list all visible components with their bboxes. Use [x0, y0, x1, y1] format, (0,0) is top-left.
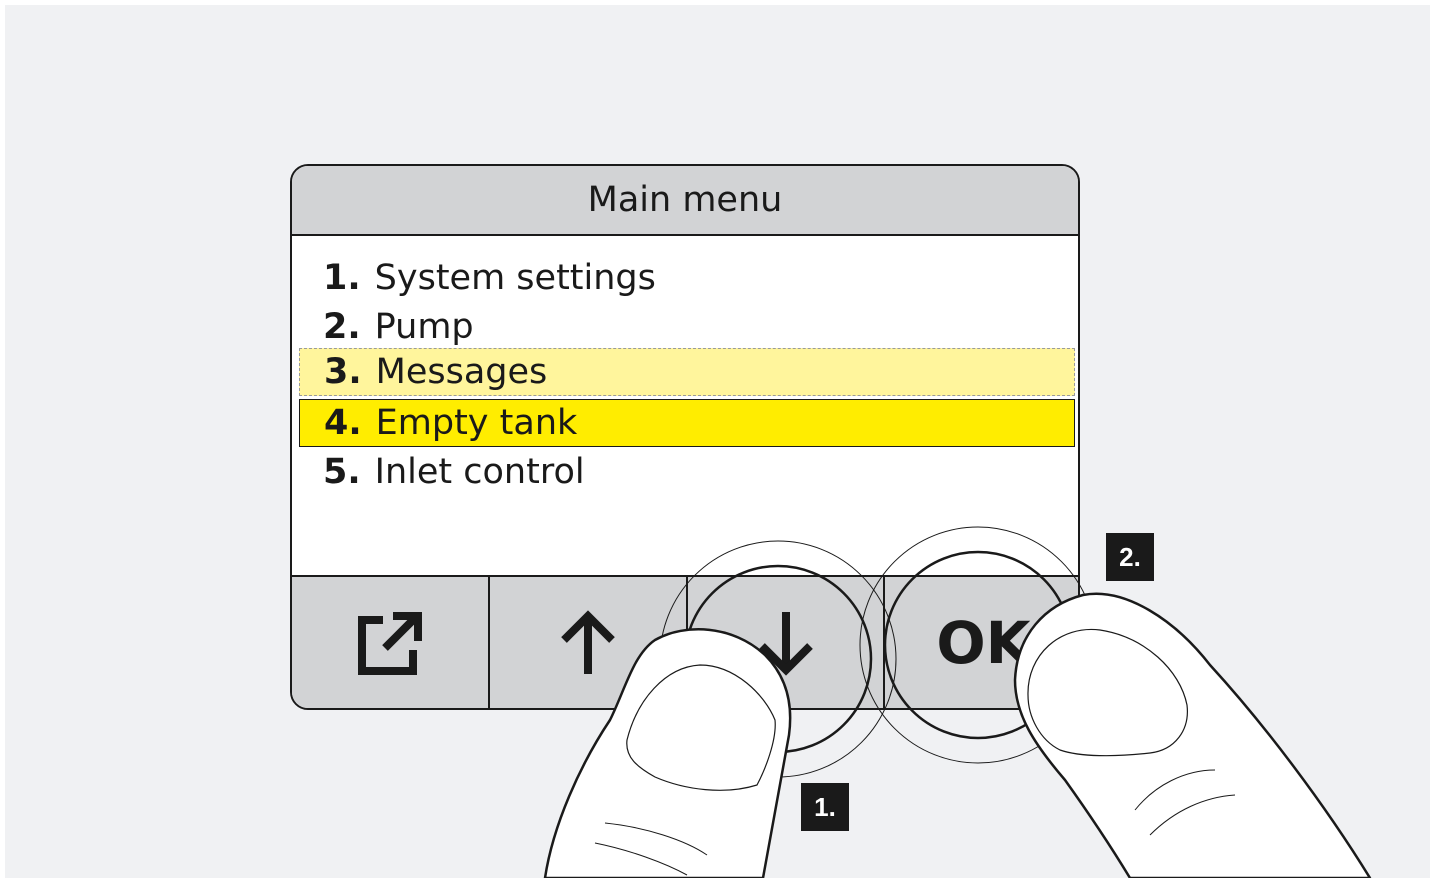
step-badge-1: 1. [801, 783, 849, 831]
illustration-canvas: Main menu 1. System settings 2. Pump 3. … [5, 5, 1430, 878]
finger-right [1013, 592, 1372, 878]
step-badge-2: 2. [1106, 533, 1154, 581]
gesture-overlay [543, 526, 1372, 878]
finger-left [543, 628, 792, 878]
